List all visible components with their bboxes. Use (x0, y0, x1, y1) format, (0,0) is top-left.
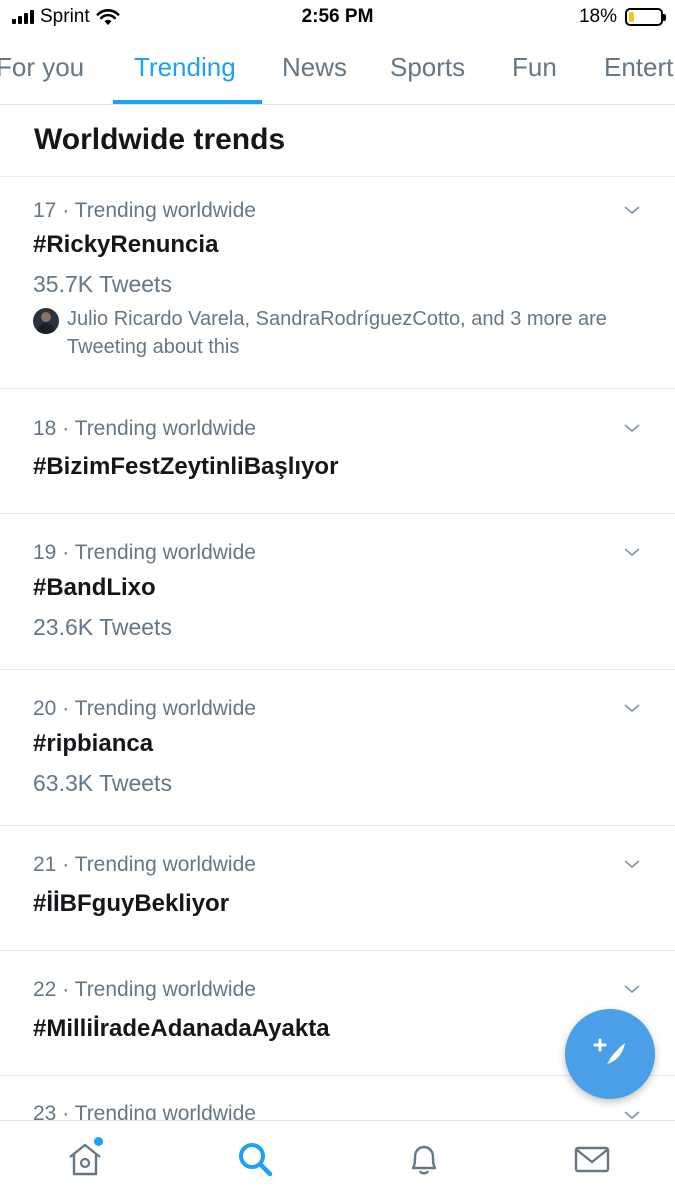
status-time: 2:56 PM (301, 6, 374, 27)
section-title: Worldwide trends (0, 105, 675, 177)
tab-trending[interactable]: Trending (134, 52, 236, 83)
trend-item[interactable]: 23 · Trending worldwide (0, 1076, 675, 1120)
tab-sports[interactable]: Sports (390, 52, 465, 83)
nav-search[interactable] (235, 1139, 275, 1179)
trend-item[interactable]: 20 · Trending worldwide #ripbianca 63.3K… (0, 670, 675, 826)
search-icon (239, 1143, 273, 1177)
status-bar: Sprint 2:56 PM 18% (0, 0, 675, 36)
bottom-navigation (0, 1120, 675, 1200)
compose-tweet-button[interactable] (565, 1009, 655, 1099)
trend-name: #Milliİrade​AdanadaAyakta (33, 1015, 330, 1042)
chevron-down-icon[interactable] (623, 980, 641, 998)
tab-news[interactable]: News (282, 52, 347, 83)
battery-level (629, 12, 635, 22)
trend-meta: 17 · Trending worldwide (33, 199, 256, 222)
trend-meta: 20 · Trending worldwide (33, 697, 256, 720)
trend-tweet-count: 63.3K Tweets (33, 770, 172, 796)
trend-item[interactable]: 21 · Trending worldwide #İİBFguyBekliyor (0, 826, 675, 951)
chevron-down-icon[interactable] (623, 855, 641, 873)
trend-context: Julio Ricardo Varela, SandraRodríguezCot… (33, 305, 623, 361)
mail-icon (574, 1146, 610, 1173)
trend-name: #RickyRenuncia (33, 231, 219, 258)
trend-meta: 19 · Trending worldwide (33, 541, 256, 564)
chevron-down-icon[interactable] (623, 419, 641, 437)
chevron-down-icon[interactable] (623, 201, 641, 219)
trend-item[interactable]: 17 · Trending worldwide #RickyRenuncia 3… (0, 177, 675, 389)
explore-tabs: For you Trending News Sports Fun Entert (0, 36, 675, 105)
chevron-down-icon[interactable] (623, 1106, 641, 1120)
battery-icon (625, 8, 666, 26)
trend-item[interactable]: 18 · Trending worldwide #BizimFestZeytin… (0, 389, 675, 514)
trend-meta: 22 · Trending worldwide (33, 978, 256, 1001)
notification-dot (94, 1137, 103, 1146)
trend-name: #İİBFguyBekliyor (33, 890, 230, 917)
status-right: 18% (578, 6, 666, 28)
trend-tweet-count: 23.6K Tweets (33, 614, 172, 640)
trend-item[interactable]: 19 · Trending worldwide #BandLixo 23.6K … (0, 514, 675, 670)
battery-percent: 18% (578, 6, 617, 27)
nav-messages[interactable] (572, 1139, 612, 1179)
tab-for-you[interactable]: For you (0, 52, 84, 83)
trend-meta: 23 · Trending worldwide (33, 1102, 256, 1120)
trend-context-text: Julio Ricardo Varela, SandraRodríguezCot… (67, 308, 607, 358)
trend-meta: 21 · Trending worldwide (33, 853, 256, 876)
trend-meta: 18 · Trending worldwide (33, 417, 256, 440)
tab-fun[interactable]: Fun (512, 52, 557, 83)
nav-home[interactable] (65, 1137, 105, 1179)
nav-notifications[interactable] (404, 1139, 444, 1179)
trend-name: #BizimFestZeytinliBaşlıyor (33, 453, 339, 480)
active-tab-indicator (113, 100, 262, 104)
avatar (33, 308, 59, 334)
chevron-down-icon[interactable] (623, 699, 641, 717)
tab-entertainment[interactable]: Entert (604, 52, 673, 83)
bell-icon (411, 1145, 437, 1175)
trend-name: #ripbianca (33, 730, 154, 757)
trend-tweet-count: 35.7K Tweets (33, 271, 172, 297)
trend-name: #BandLixo (33, 574, 156, 601)
compose-tweet-icon (593, 1038, 625, 1069)
chevron-down-icon[interactable] (623, 543, 641, 561)
